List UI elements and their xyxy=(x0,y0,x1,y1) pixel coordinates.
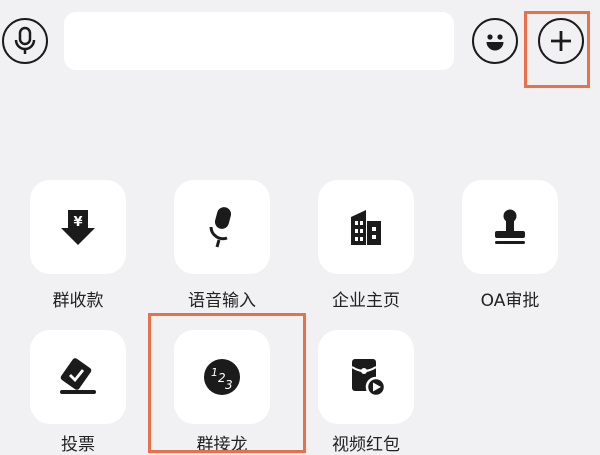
voice-toggle-button[interactable] xyxy=(2,18,48,64)
svg-text:¥: ¥ xyxy=(73,215,82,230)
microphone-icon xyxy=(14,26,36,54)
voice-input-button[interactable] xyxy=(174,180,270,274)
stamp-icon xyxy=(495,209,525,244)
voice-input-label: 语音输入 xyxy=(188,291,256,311)
group-payment-label: 群收款 xyxy=(52,291,104,311)
message-input[interactable] xyxy=(64,12,454,70)
oa-approval-button[interactable] xyxy=(462,180,558,274)
video-envelope-icon xyxy=(351,359,387,398)
group-payment-button[interactable]: ¥ xyxy=(30,180,126,274)
company-homepage-button[interactable] xyxy=(318,180,414,274)
relay-123-icon: 1 2 3 xyxy=(204,359,240,395)
yuan-down-arrow-icon: ¥ xyxy=(61,210,95,245)
svg-text:1: 1 xyxy=(211,366,218,379)
company-homepage-label: 企业主页 xyxy=(332,291,400,311)
video-red-packet-button[interactable] xyxy=(318,330,414,424)
ballot-icon xyxy=(60,358,96,394)
microphone-icon xyxy=(209,207,232,248)
smiley-icon xyxy=(486,34,504,51)
group-relay-button[interactable]: 1 2 3 xyxy=(174,330,270,424)
input-bar xyxy=(0,0,600,84)
vote-button[interactable] xyxy=(30,330,126,424)
oa-approval-label: OA审批 xyxy=(480,291,540,311)
more-actions-button[interactable] xyxy=(538,18,584,64)
svg-text:3: 3 xyxy=(225,378,233,392)
emoji-button[interactable] xyxy=(472,18,518,64)
building-icon xyxy=(351,210,381,245)
plus-icon xyxy=(551,31,571,51)
